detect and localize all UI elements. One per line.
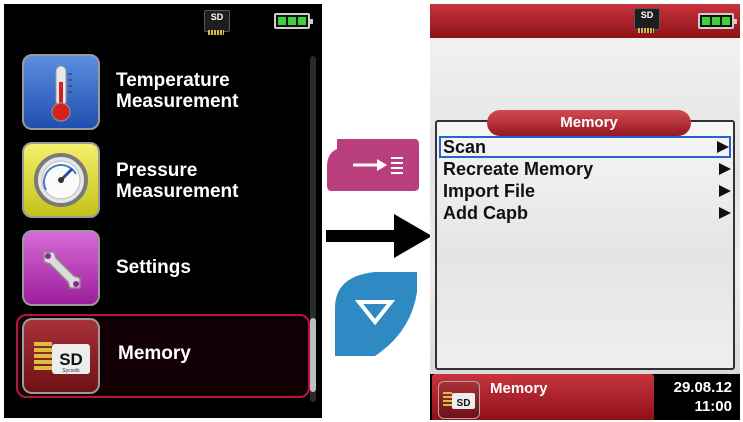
- menu-item-temperature-measurement[interactable]: Temperature Measurement: [16, 50, 310, 134]
- menu-item-add-capb[interactable]: Add Capb: [439, 202, 731, 224]
- svg-text:Syconik: Syconik: [62, 368, 80, 374]
- menu-item-label: Pressure Measurement: [116, 160, 239, 202]
- bottom-tab-memory: SD Memory: [432, 374, 654, 420]
- scrollbar-thumb[interactable]: [310, 318, 316, 392]
- chevron-right-icon: [717, 141, 729, 153]
- menu-item-settings[interactable]: Settings: [16, 226, 310, 310]
- chevron-right-icon: [719, 163, 731, 175]
- enter-key-button[interactable]: [327, 137, 419, 193]
- bottom-bar-title: Memory: [490, 380, 548, 397]
- scrollbar[interactable]: [310, 56, 316, 402]
- chevron-right-icon: [719, 207, 731, 219]
- dialog-title: Memory: [487, 110, 691, 136]
- sd-card-icon: SD Syconik: [22, 318, 100, 394]
- svg-text:SD: SD: [59, 350, 83, 369]
- time: 11:00: [694, 398, 732, 415]
- menu-item-scan[interactable]: Scan: [439, 136, 731, 158]
- thermometer-icon: [22, 54, 100, 130]
- down-key-button[interactable]: [335, 272, 417, 356]
- bottom-bar: SD Memory 29.08.12 11:00: [430, 374, 740, 420]
- date: 29.08.12: [673, 379, 732, 396]
- menu-item-label: Temperature Measurement: [116, 70, 239, 112]
- right-device-screen: SD Memory Scan Recreate Memory Import Fi…: [430, 4, 740, 420]
- date-time: 29.08.12 11:00: [674, 378, 732, 416]
- wrench-icon: [22, 230, 100, 306]
- svg-text:SD: SD: [457, 398, 471, 409]
- sd-card-status-icon: SD: [204, 10, 230, 36]
- sd-card-status-icon: SD: [634, 8, 660, 34]
- pressure-gauge-icon: [22, 142, 100, 218]
- status-bar: SD: [430, 4, 740, 38]
- chevron-right-icon: [719, 185, 731, 197]
- enter-list-icon: [327, 139, 419, 191]
- menu-item-memory[interactable]: SD Syconik Memory: [16, 314, 310, 398]
- menu-item-label: Memory: [118, 343, 191, 364]
- menu-item-label: Settings: [116, 257, 191, 278]
- screen-body: Memory Scan Recreate Memory Import File …: [430, 38, 740, 374]
- sd-card-icon: SD: [438, 381, 480, 419]
- battery-icon: [274, 13, 313, 29]
- memory-dialog: Memory Scan Recreate Memory Import File …: [435, 110, 735, 370]
- menu-item-pressure-measurement[interactable]: Pressure Measurement: [16, 138, 310, 222]
- menu-item-import-file[interactable]: Import File: [439, 180, 731, 202]
- left-device-screen: SD Temperature Measurement Pressure Meas…: [4, 4, 322, 418]
- right-arrow-icon: [326, 212, 432, 260]
- battery-icon: [698, 13, 737, 29]
- down-triangle-icon: [335, 272, 417, 356]
- menu-item-recreate-memory[interactable]: Recreate Memory: [439, 158, 731, 180]
